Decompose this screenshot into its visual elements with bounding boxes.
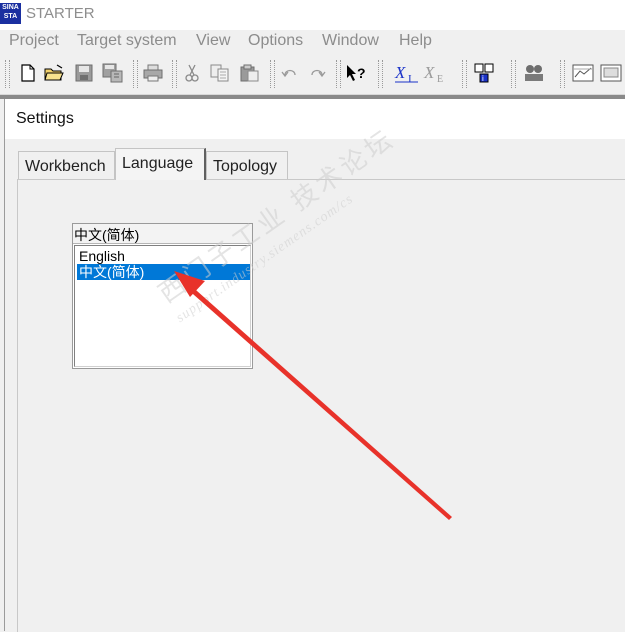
toolbar-grip[interactable] [270, 60, 275, 88]
language-options-list[interactable]: English 中文(简体) [74, 245, 251, 367]
app-icon-text-bottom: STA [3, 13, 18, 20]
toolbar-grip[interactable] [133, 60, 138, 88]
tab-language[interactable]: Language [115, 148, 206, 180]
save-compile-icon[interactable] [101, 61, 125, 85]
toolbar-grip[interactable] [462, 60, 467, 88]
undo-icon[interactable] [278, 61, 302, 85]
app-icon-text-top: SINA [2, 4, 19, 11]
toolbar-grip[interactable] [560, 60, 565, 88]
new-document-icon[interactable] [16, 61, 40, 85]
tab-workbench[interactable]: Workbench [18, 151, 115, 179]
svg-text:E: E [437, 74, 443, 84]
menu-bar: Project Target system View Options Windo… [0, 30, 625, 54]
accessible-nodes-icon[interactable]: i [472, 61, 496, 85]
toolbar: ? XI XE i [0, 54, 625, 95]
settings-dialog: Settings Workbench Language Topology 中文(… [4, 99, 625, 632]
language-option-english[interactable]: English [77, 248, 250, 264]
screen-icon[interactable] [599, 61, 623, 85]
language-option-chinese[interactable]: 中文(简体) [77, 264, 250, 280]
language-list[interactable]: 中文(简体) English 中文(简体) [72, 223, 253, 369]
svg-text:X: X [394, 63, 406, 82]
window-titlebar: SINA STA STARTER [0, 0, 625, 30]
print-icon[interactable] [141, 61, 165, 85]
window-title: STARTER [26, 5, 95, 22]
toolbar-grip[interactable] [378, 60, 383, 88]
menu-help[interactable]: Help [399, 32, 432, 50]
menu-target-system[interactable]: Target system [77, 32, 177, 50]
redo-icon[interactable] [305, 61, 329, 85]
menu-window[interactable]: Window [322, 32, 379, 50]
save-icon[interactable] [72, 61, 96, 85]
svg-text:X: X [423, 63, 435, 82]
xi-icon[interactable]: XI [393, 61, 421, 85]
toolbar-grip[interactable] [336, 60, 341, 88]
toolbar-grip[interactable] [5, 60, 10, 88]
app-icon: SINA STA [0, 3, 21, 24]
svg-text:i: i [482, 74, 484, 83]
open-folder-icon[interactable] [42, 61, 66, 85]
help-pointer-icon[interactable]: ? [344, 61, 368, 85]
toolbar-grip[interactable] [511, 60, 516, 88]
menu-project[interactable]: Project [9, 32, 59, 50]
dialog-titlebar: Settings [5, 99, 625, 139]
xe-icon[interactable]: XE [422, 61, 450, 85]
copy-icon[interactable] [208, 61, 232, 85]
devices-icon[interactable] [522, 61, 546, 85]
toolbar-grip[interactable] [172, 60, 177, 88]
dialog-title: Settings [16, 110, 74, 127]
tab-topology[interactable]: Topology [206, 151, 288, 179]
trace-icon[interactable] [571, 61, 595, 85]
menu-options[interactable]: Options [248, 32, 303, 50]
menu-view[interactable]: View [196, 32, 230, 50]
svg-text:?: ? [357, 65, 366, 81]
paste-icon[interactable] [238, 61, 262, 85]
cut-icon[interactable] [180, 61, 204, 85]
language-current-value[interactable]: 中文(简体) [73, 224, 252, 244]
